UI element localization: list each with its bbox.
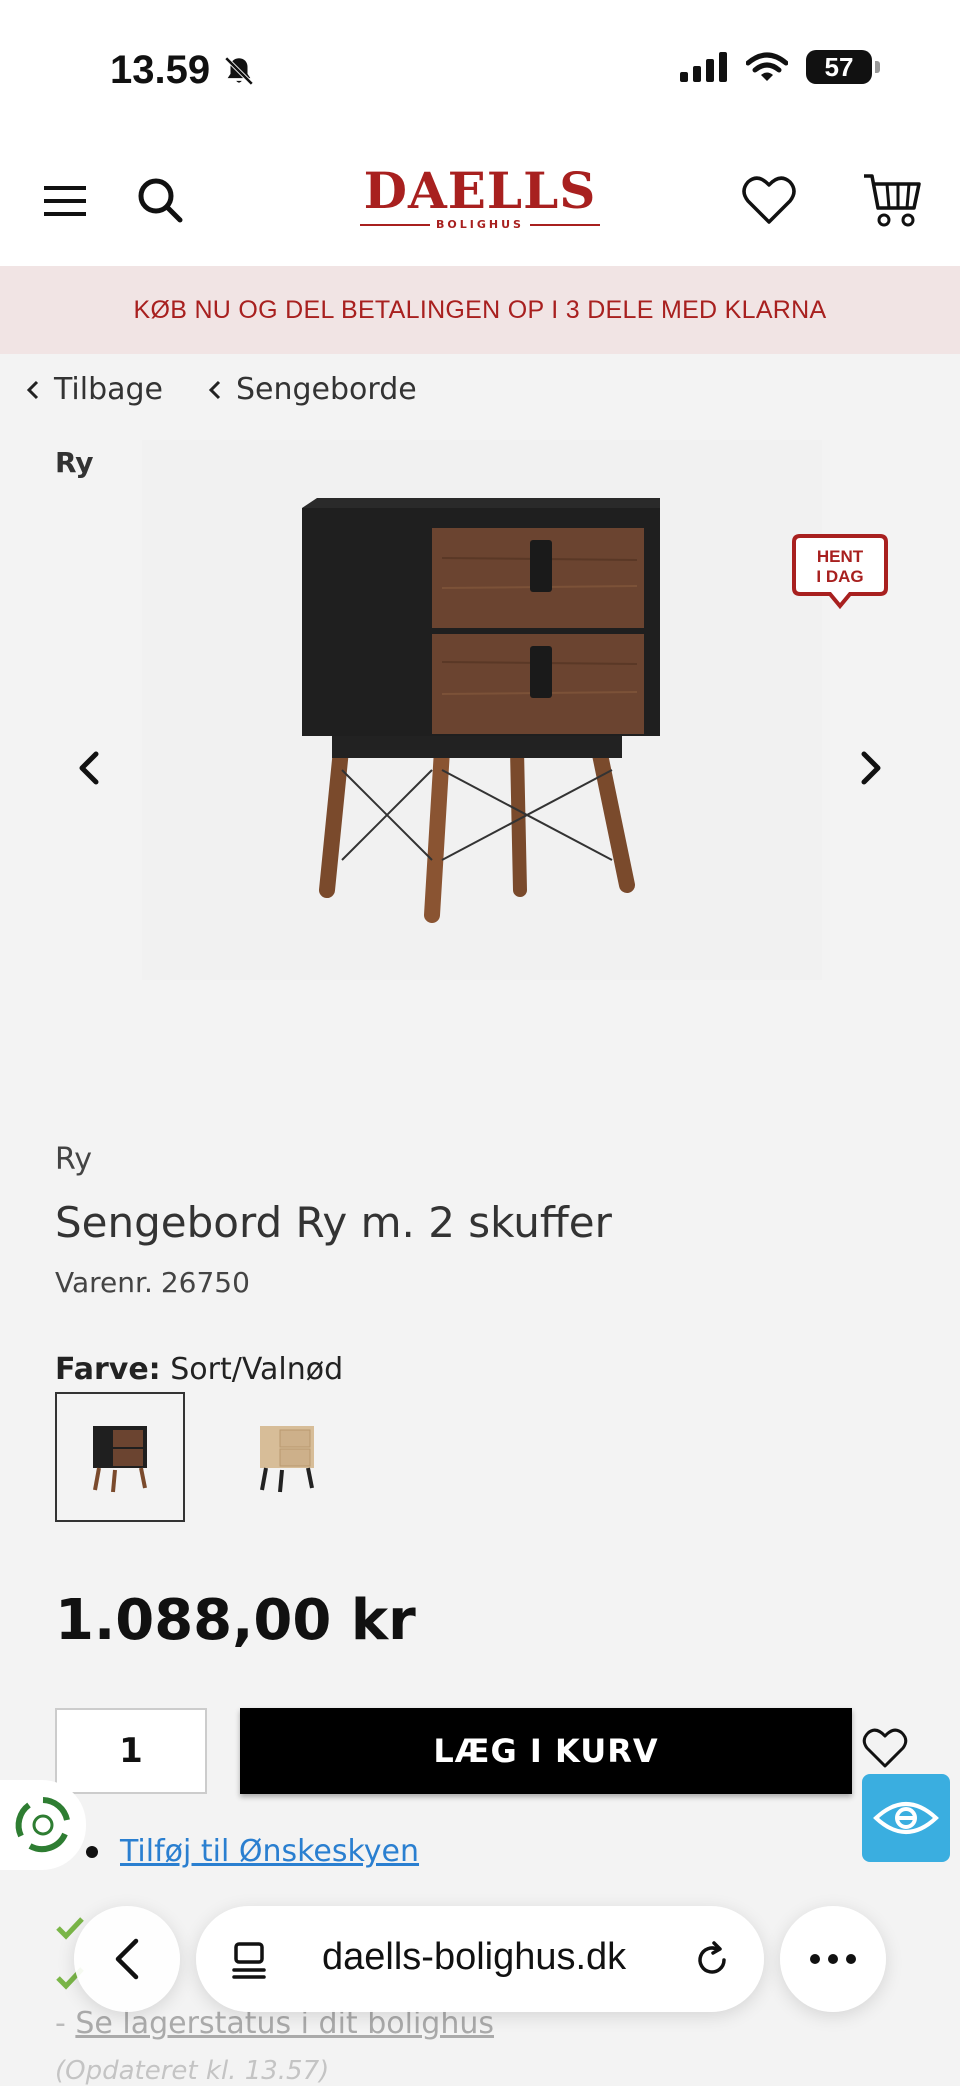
menu-icon[interactable] (44, 184, 86, 218)
product-price: 1.088,00 kr (55, 1588, 416, 1653)
signal-icon (680, 52, 727, 82)
swatch-image (93, 1426, 147, 1493)
back-link[interactable]: Tilbage (26, 372, 163, 407)
search-icon[interactable] (136, 176, 184, 224)
gallery-brand-tag: Ry (55, 446, 94, 479)
category-link-label: Sengeborde (236, 372, 417, 407)
sku-label: Varenr. (55, 1266, 153, 1299)
cart-icon[interactable] (862, 170, 922, 230)
stock-updated-time: (Opdateret kl. 13.57) (55, 2056, 330, 2086)
tabs-icon (232, 1942, 266, 1979)
sku-value: 26750 (160, 1266, 250, 1299)
wishlist-heart-icon[interactable] (742, 174, 796, 226)
recycle-icon (15, 1797, 70, 1853)
wifi-icon (746, 52, 788, 81)
url-text: daells-bolighus.dk (322, 1936, 627, 1978)
more-dots-icon (810, 1954, 856, 1964)
recycle-widget[interactable] (0, 1780, 86, 1870)
color-swatch-oak-black[interactable] (222, 1392, 352, 1522)
klarna-promo-banner[interactable]: KØB NU OG DEL BETALINGEN OP I 3 DELE MED… (0, 266, 960, 354)
logo-wordmark: DAELLS (363, 161, 597, 220)
product-sku: Varenr. 26750 (55, 1266, 250, 1299)
chevron-left-icon (208, 380, 221, 399)
color-label: Farve: (55, 1352, 161, 1387)
logo-subtitle: BOLIGHUS (360, 218, 600, 231)
status-bar: 13.59 57 (0, 0, 960, 140)
chevron-left-icon (115, 1938, 139, 1980)
color-swatch-black-walnut[interactable] (55, 1392, 185, 1522)
product-image-gallery[interactable] (142, 440, 822, 980)
back-link-label: Tilbage (54, 372, 163, 407)
status-time: 13.59 (110, 48, 211, 92)
breadcrumb: Tilbage Sengeborde (0, 372, 960, 422)
category-link[interactable]: Sengeborde (208, 372, 417, 407)
site-header: DAELLS BOLIGHUS (0, 140, 960, 266)
swatch-image (260, 1426, 314, 1493)
badge-line2: I DAG (816, 567, 863, 586)
quantity-input[interactable]: 1 (55, 1708, 207, 1794)
wishlist-bullet-icon (86, 1846, 98, 1858)
gallery-prev-arrow-icon[interactable] (74, 748, 104, 788)
reload-icon[interactable] (692, 1940, 732, 1980)
pickup-today-badge: HENT I DAG (792, 534, 888, 610)
add-to-wishlist-heart-icon[interactable] (862, 1726, 908, 1770)
add-to-wishlist-link[interactable]: Tilføj til Ønskeskyen (120, 1834, 419, 1869)
color-selection-label: Farve: Sort/Valnød (55, 1352, 343, 1387)
eye-icon (873, 1802, 939, 1834)
badge-line1: HENT (817, 547, 864, 566)
battery-indicator: 57 (806, 50, 880, 84)
color-value: Sort/Valnød (170, 1352, 344, 1387)
product-brand[interactable]: Ry (55, 1142, 92, 1177)
add-to-cart-button[interactable]: LÆG I KURV (240, 1708, 852, 1794)
chevron-left-icon (26, 380, 39, 399)
product-title: Sengebord Ry m. 2 skuffer (55, 1198, 612, 1247)
nightstand-image (302, 498, 660, 923)
browser-more-button[interactable] (780, 1906, 886, 2012)
browser-address-bar[interactable]: daells-bolighus.dk (196, 1906, 764, 2012)
browser-back-button[interactable] (74, 1906, 180, 2012)
accessibility-button[interactable] (862, 1774, 950, 1862)
bell-muted-icon (224, 56, 254, 86)
gallery-next-arrow-icon[interactable] (856, 748, 886, 788)
daells-logo[interactable]: DAELLS BOLIGHUS (360, 164, 600, 244)
